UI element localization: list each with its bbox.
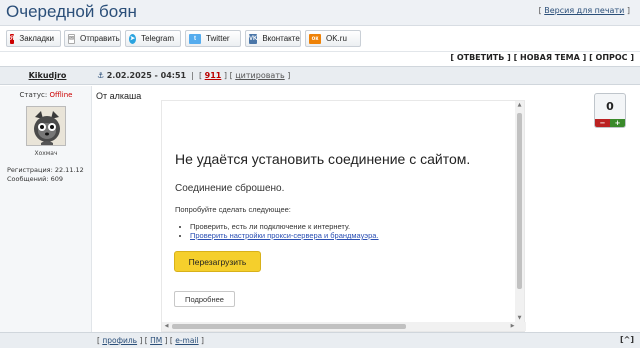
quote-link[interactable]: цитировать: [235, 71, 284, 80]
scroll-down-icon[interactable]: ▼: [516, 315, 523, 322]
yandex-icon: Я: [10, 33, 15, 44]
error-suggestion-proxy: Проверить настройки прокси-сервера и бра…: [190, 231, 379, 240]
rating-minus-button[interactable]: −: [595, 119, 610, 127]
caret-up-icon: ^: [623, 335, 631, 344]
scroll-right-icon[interactable]: ▶: [509, 323, 516, 330]
share-twitter-button[interactable]: t Twitter: [185, 30, 241, 47]
share-telegram-button[interactable]: ➤ Telegram: [125, 30, 181, 47]
error-suggestion-connection: Проверить, есть ли подключение к интерне…: [190, 222, 379, 231]
embedded-error-frame: Не удаётся установить соединение с сайто…: [161, 100, 526, 332]
post-header: Kikudjro ⚓ 2.02.2025 - 04:51 | [ 911 ] […: [0, 66, 640, 85]
scroll-left-icon[interactable]: ◀: [163, 323, 170, 330]
user-messages: Сообщений: 609: [7, 175, 63, 183]
user-status: Статус: Offline: [0, 91, 92, 99]
proxy-settings-link[interactable]: Проверить настройки прокси-сервера и бра…: [190, 231, 379, 240]
share-label: OK.ru: [326, 34, 347, 43]
email-link[interactable]: e-mail: [175, 336, 198, 345]
post-footer: [ профиль ] [ ПМ ] [ e-mail ] [^]: [0, 332, 640, 348]
topic-actions: [ ОТВЕТИТЬ ] [ НОВАЯ ТЕМА ] [ ОПРОС ]: [450, 53, 634, 62]
share-send-button[interactable]: ✉ Отправить: [64, 30, 121, 47]
twitter-icon: t: [189, 33, 201, 44]
share-label: Закладки: [19, 34, 54, 43]
poll-button[interactable]: ОПРОС: [596, 53, 628, 62]
share-bookmarks-button[interactable]: Я Закладки: [6, 30, 61, 47]
details-button[interactable]: Подробнее: [174, 291, 235, 307]
print-version-link-wrap: [ Версия для печати ]: [538, 6, 630, 15]
user-title: Хохмач: [34, 150, 58, 157]
vk-icon: VK: [249, 33, 258, 44]
error-try-label: Попробуйте сделать следующее:: [175, 205, 291, 214]
post-text: От алкаша: [96, 91, 142, 101]
error-subtitle: Соединение сброшено.: [175, 183, 285, 194]
post-number-link[interactable]: 911: [205, 71, 222, 80]
error-suggestions: Проверить, есть ли подключение к интерне…: [190, 222, 379, 240]
user-registration: Регистрация: 22.11.12: [7, 166, 84, 174]
status-label: Статус:: [19, 91, 48, 99]
avatar[interactable]: [26, 106, 66, 146]
share-label: Telegram: [141, 34, 174, 43]
footer-links: [ профиль ] [ ПМ ] [ e-mail ]: [97, 336, 204, 345]
author-name[interactable]: Kikudjro: [0, 71, 95, 80]
profile-link[interactable]: профиль: [102, 336, 137, 345]
telegram-icon: ➤: [129, 33, 137, 44]
share-label: Twitter: [206, 34, 230, 43]
mail-icon: ✉: [68, 33, 76, 44]
print-version-link[interactable]: Версия для печати: [544, 6, 624, 15]
page-title: Очередной боян: [6, 2, 137, 21]
rating-plus-button[interactable]: +: [610, 119, 625, 127]
rating-value: 0: [606, 100, 614, 113]
ok-icon: ок: [309, 33, 321, 44]
user-info: Регистрация: 22.11.12 Сообщений: 609: [7, 166, 84, 184]
post-date: 2.02.2025 - 04:51: [106, 71, 187, 80]
vertical-scrollbar[interactable]: ▲ ▼: [515, 101, 524, 323]
new-topic-button[interactable]: НОВАЯ ТЕМА: [520, 53, 580, 62]
share-label: Отправить: [80, 34, 120, 43]
share-label: Вконтакте: [262, 34, 300, 43]
reload-button[interactable]: Перезагрузить: [174, 251, 261, 272]
topic-header: Очередной боян [ Версия для печати ]: [0, 0, 640, 26]
scroll-up-icon[interactable]: ▲: [516, 102, 523, 109]
post-meta: ⚓ 2.02.2025 - 04:51 | [ 911 ] [ цитирова…: [97, 71, 291, 80]
share-bar: Я Закладки ✉ Отправить ➤ Telegram t Twit…: [0, 26, 640, 52]
user-column: Статус: Offline Хохмач Регистрация: 22.1…: [0, 86, 92, 332]
post-rating: 0 − +: [594, 93, 626, 128]
share-vk-button[interactable]: VK Вконтакте: [245, 30, 301, 47]
anchor-icon[interactable]: ⚓: [97, 71, 104, 80]
horizontal-scrollbar[interactable]: ◀ ▶: [162, 322, 526, 331]
horizontal-scroll-thumb[interactable]: [172, 324, 406, 329]
error-title: Не удаётся установить соединение с сайто…: [175, 151, 471, 167]
pm-link[interactable]: ПМ: [150, 336, 162, 345]
vertical-scroll-thumb[interactable]: [517, 113, 522, 289]
reply-button[interactable]: ОТВЕТИТЬ: [457, 53, 505, 62]
share-ok-button[interactable]: ок OK.ru: [305, 30, 361, 47]
scroll-top-button[interactable]: [^]: [620, 335, 634, 344]
status-value: Offline: [49, 91, 73, 99]
